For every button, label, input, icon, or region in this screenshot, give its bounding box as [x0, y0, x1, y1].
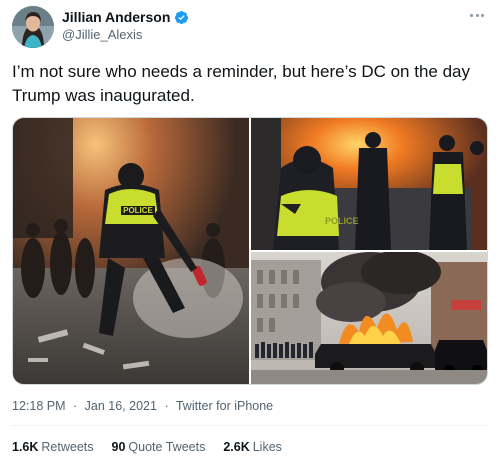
user-handle[interactable]: @Jillie_Alexis — [62, 27, 142, 42]
likes-stat[interactable]: 2.6K Likes — [223, 440, 282, 454]
quote-tweets-count: 90 — [111, 440, 126, 454]
quote-tweets-label: Quote Tweets — [128, 440, 206, 454]
likes-count: 2.6K — [223, 440, 250, 454]
media-grid: POLICE POLICE — [12, 117, 488, 385]
verified-badge-icon — [174, 10, 189, 25]
media-photo-3[interactable] — [251, 252, 487, 384]
tweet-meta: 12:18 PM · Jan 16, 2021 · Twitter for iP… — [12, 399, 273, 413]
retweets-stat[interactable]: 1.6K Retweets — [12, 440, 94, 454]
divider — [12, 425, 488, 426]
tweet-source-link[interactable]: Twitter for iPhone — [176, 399, 273, 413]
tweet-card: Jillian Anderson @Jillie_Alexis I’m not … — [0, 0, 500, 468]
display-name-text: Jillian Anderson — [62, 9, 171, 25]
likes-label: Likes — [252, 440, 282, 454]
meta-separator: · — [73, 399, 78, 413]
meta-separator: · — [164, 399, 169, 413]
tweet-text: I’m not sure who needs a reminder, but h… — [12, 62, 470, 105]
retweets-label: Retweets — [41, 440, 94, 454]
media-photo-2[interactable]: POLICE — [251, 118, 487, 250]
photo-1-police-label: POLICE — [123, 206, 153, 215]
retweets-count: 1.6K — [12, 440, 39, 454]
avatar[interactable] — [12, 6, 54, 48]
display-name[interactable]: Jillian Anderson — [62, 9, 189, 25]
tweet-time[interactable]: 12:18 PM — [12, 399, 66, 413]
more-dots-icon[interactable] — [466, 8, 488, 22]
tweet-date[interactable]: Jan 16, 2021 — [85, 399, 157, 413]
tweet-stats: 1.6K Retweets 90 Quote Tweets 2.6K Likes — [12, 440, 282, 454]
media-photo-1[interactable]: POLICE — [13, 118, 249, 384]
photo-2-police-label: POLICE — [325, 216, 359, 226]
quote-tweets-stat[interactable]: 90 Quote Tweets — [112, 440, 206, 454]
avatar-image — [12, 6, 54, 48]
